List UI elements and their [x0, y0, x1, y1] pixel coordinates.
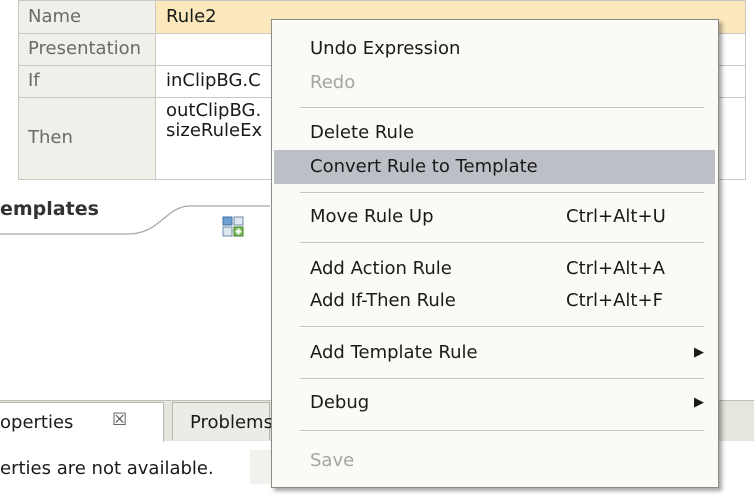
menu-item-undo-expression[interactable]: Undo Expression [284, 32, 712, 66]
menu-item-label: Delete Rule [310, 122, 415, 143]
menu-item-move-rule-up[interactable]: Move Rule Up Ctrl+Alt+U [284, 200, 712, 234]
templates-section-title: emplates [0, 198, 99, 220]
add-template-icon[interactable] [222, 216, 244, 238]
menu-item-save[interactable]: Save [284, 444, 712, 478]
menu-separator [300, 378, 704, 380]
property-label: Name [18, 0, 156, 34]
menu-separator [300, 107, 704, 109]
menu-item-add-action-rule[interactable]: Add Action Rule Ctrl+Alt+A [284, 252, 712, 286]
menu-item-label: Convert Rule to Template [310, 156, 538, 177]
tab-problems-label: Problems [190, 412, 273, 433]
shortcut-label: Ctrl+Alt+F [566, 290, 663, 311]
menu-item-add-if-then-rule[interactable]: Add If-Then Rule Ctrl+Alt+F [284, 284, 712, 318]
menu-item-label: Redo [310, 72, 356, 93]
menu-separator [300, 242, 704, 244]
menu-item-label: Add If-Then Rule [310, 290, 456, 311]
close-icon[interactable]: ☒ [112, 410, 127, 430]
shortcut-label: Ctrl+Alt+A [566, 258, 665, 279]
submenu-arrow-icon: ▶ [694, 395, 704, 410]
menu-item-label: Save [310, 450, 355, 471]
menu-item-label: Debug [310, 392, 370, 413]
properties-status-text: erties are not available. [0, 458, 214, 479]
menu-item-label: Move Rule Up [310, 206, 434, 227]
menu-item-delete-rule[interactable]: Delete Rule [284, 116, 712, 150]
context-menu: Undo Expression Redo Delete Rule Convert… [271, 19, 719, 488]
property-label: Presentation [18, 34, 156, 66]
property-label: Then [18, 98, 156, 180]
menu-item-label: Undo Expression [310, 38, 461, 59]
property-label: If [18, 66, 156, 98]
menu-item-add-template-rule[interactable]: Add Template Rule ▶ [284, 336, 712, 370]
menu-item-redo[interactable]: Redo [284, 66, 712, 100]
menu-separator [300, 192, 704, 194]
menu-separator [300, 430, 704, 432]
shortcut-label: Ctrl+Alt+U [566, 206, 666, 227]
submenu-arrow-icon: ▶ [694, 345, 704, 360]
tab-properties-label: operties [0, 412, 74, 433]
menu-item-label: Add Action Rule [310, 258, 452, 279]
menu-item-label: Add Template Rule [310, 342, 478, 363]
menu-item-debug[interactable]: Debug ▶ [284, 386, 712, 420]
menu-separator [300, 326, 704, 328]
menu-item-convert-rule-to-template[interactable]: Convert Rule to Template [274, 150, 715, 184]
